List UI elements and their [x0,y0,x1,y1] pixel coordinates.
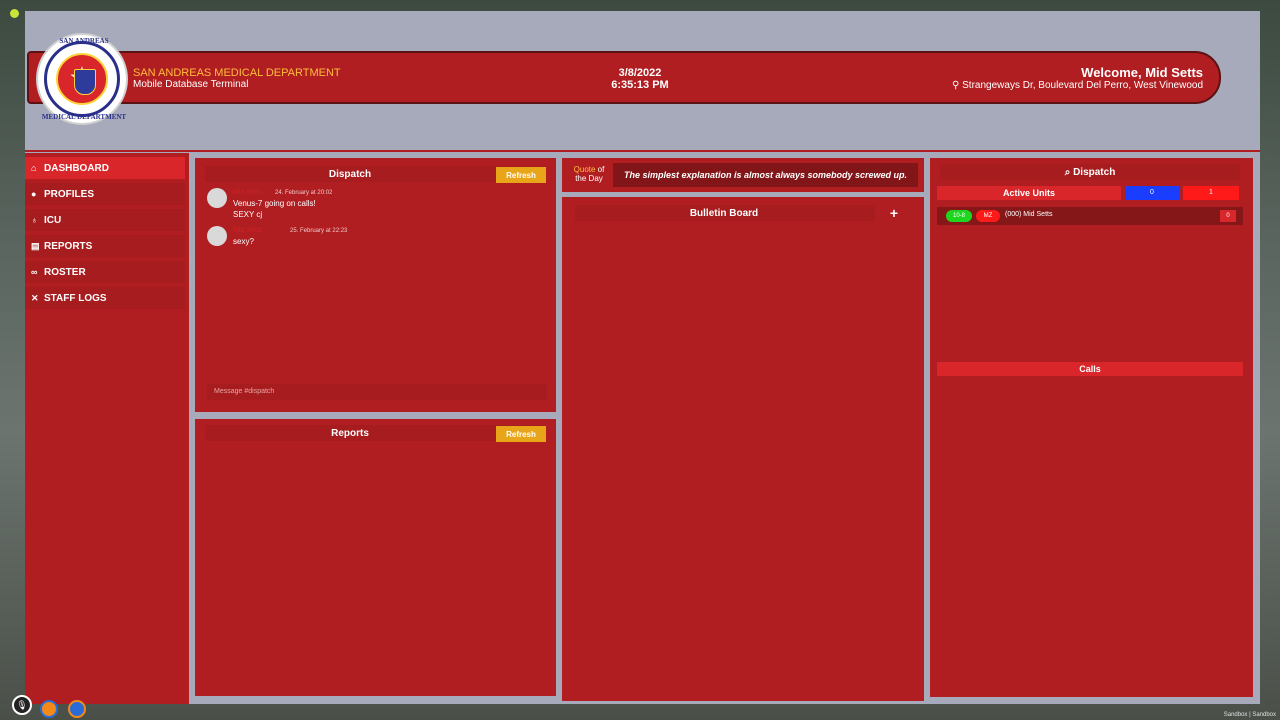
file-icon: ▤ [31,241,40,251]
unit-call-count: 0 [1220,210,1236,222]
location-text: ⚲ Strangeways Dr, Boulevard Del Perro, W… [952,80,1203,91]
active-units-header: Active Units [937,186,1121,200]
voice-indicator-icon [10,9,19,18]
link-icon: ∞ [31,267,38,277]
unit-tag-badge[interactable]: MZ [976,210,1000,222]
location-label: Strangeways Dr, Boulevard Del Perro, Wes… [962,80,1203,91]
calls-header: Calls [937,362,1243,376]
shield-icon [74,69,96,95]
quote-label-day: the Day [575,174,603,183]
sidebar-item-dashboard[interactable]: ⌂ DASHBOARD [25,157,185,179]
sidebar-item-roster[interactable]: ∞ ROSTER [25,261,185,283]
dispatch-message-input[interactable]: Message #dispatch [207,384,547,400]
sidebar-item-label: ICU [44,215,62,226]
sidebar-item-label: PROFILES [44,189,95,200]
quote-label: Quote of the Day [567,165,611,183]
header-divider [25,150,1260,152]
unit-status-badge[interactable]: 10-8 [946,210,972,222]
hud-armor-icon [68,700,86,718]
terminal-subtitle: Mobile Database Terminal [133,79,249,90]
message-author: Mid Setts [233,227,263,234]
quote-label-of: of [597,165,605,174]
dispatch-title: Dispatch [328,169,372,180]
logo-text-bottom: MEDICAL DEPARTMENT [41,113,127,121]
welcome-message: Welcome, Mid Setts [1081,65,1203,80]
sidebar-item-profiles[interactable]: ● PROFILES [25,183,185,205]
sidebar-item-reports[interactable]: ▤ REPORTS [25,235,185,257]
map-pin-icon: ⚲ [952,80,963,91]
corner-label: Sandbox | Sandbox [1223,712,1276,718]
units-dispatch-title: ⌕ Dispatch [940,167,1240,178]
units-dispatch-label: Dispatch [1073,167,1116,178]
message-line: sexy? [233,237,254,246]
add-bulletin-button[interactable]: + [886,205,902,221]
bulletin-title: Bulletin Board [689,208,759,219]
microphone-icon: 🎙 [12,695,32,715]
sidebar-item-label: STAFF LOGS [44,293,107,304]
department-name: SAN ANDREAS MEDICAL DEPARTMENT [133,67,341,79]
message-date: 24. February at 20:02 [275,190,333,196]
stethoscope-icon: ♁ [31,215,38,225]
unit-name: (000) Mid Setts [1005,211,1053,218]
sidebar-item-staff-logs[interactable]: ✕ STAFF LOGS [25,287,185,309]
dispatch-refresh-button[interactable]: Refresh [496,167,546,183]
reports-panel [195,419,556,696]
search-icon: ⌕ [1064,167,1074,178]
users-icon: ● [31,189,37,199]
reports-title: Reports [331,428,369,439]
department-logo: SAN ANDREAS ★ MEDICAL DEPARTMENT [36,33,128,125]
sidebar-item-label: REPORTS [44,241,93,252]
message-author: Mid Setts [233,189,263,196]
sidebar-item-icu[interactable]: ♁ ICU [25,209,185,231]
home-icon: ⌂ [31,163,37,173]
message-date: 25. February at 22:23 [290,228,348,234]
sidebar-item-label: ROSTER [44,267,86,278]
bulletin-panel [562,197,924,701]
avatar [207,226,227,246]
message-line: SEXY cj [233,210,263,219]
current-time: 6:35:13 PM [611,79,669,91]
sidebar-item-label: DASHBOARD [44,163,109,174]
sidebar: ⌂ DASHBOARD ● PROFILES ♁ ICU ▤ REPORTS ∞ ROST… [25,153,189,704]
hud-status-icon [40,700,58,718]
blue-unit-count: 0 [1125,186,1179,200]
tools-icon: ✕ [31,293,39,303]
message-line: Venus-7 going on calls! [233,199,316,208]
quote-text: The simplest explanation is almost alway… [613,163,918,187]
reports-refresh-button[interactable]: Refresh [496,426,546,442]
current-date: 3/8/2022 [618,67,662,79]
dispatch-panel [195,158,556,412]
red-unit-count: 1 [1183,186,1239,200]
avatar [207,188,227,208]
units-panel [930,158,1253,697]
quote-label-word: Quote [573,165,596,174]
